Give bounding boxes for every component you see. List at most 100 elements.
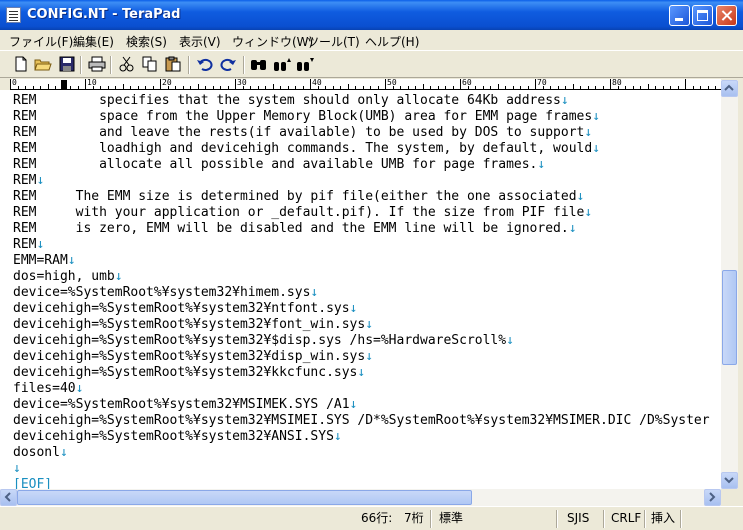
ruler-tick [430, 86, 431, 89]
print-icon[interactable] [88, 56, 106, 72]
toolbar-separator [110, 56, 112, 74]
text-line[interactable]: REM↓ [13, 237, 44, 253]
ruler-label: 80 [612, 79, 622, 87]
horizontal-scrollbar[interactable] [0, 489, 721, 506]
text-line[interactable]: files=40↓ [13, 381, 83, 397]
line-text: [EOF] [13, 477, 53, 489]
text-line[interactable]: devicehigh=%SystemRoot%¥system32¥kkcfunc… [13, 365, 365, 381]
text-line[interactable]: devicehigh=%SystemRoot%¥system32¥$disp.s… [13, 333, 514, 349]
ruler-tick [115, 86, 116, 89]
text-line[interactable]: REM and leave the rests(if available) to… [13, 125, 592, 141]
menu-window[interactable]: ウィンドウ(W) [232, 33, 313, 50]
ruler-gutter [0, 79, 10, 90]
horizontal-scroll-thumb[interactable] [17, 490, 472, 505]
line-text: devicehigh=%SystemRoot%¥system32¥kkcfunc… [13, 365, 358, 380]
find-down-icon[interactable] [296, 56, 314, 72]
menu-file[interactable]: ファイル(F) [9, 33, 73, 50]
ruler-tick [422, 84, 424, 89]
ruler-tick [677, 86, 679, 89]
text-line[interactable]: REM with your application or _default.pi… [13, 205, 592, 221]
ruler-tick [535, 79, 536, 89]
menu-search[interactable]: 検索(S) [126, 33, 167, 50]
line-text: REM and leave the rests(if available) to… [13, 125, 585, 140]
ruler-label: 0 [12, 79, 17, 87]
ruler-tick [130, 86, 131, 89]
maximize-button[interactable] [692, 5, 713, 26]
save-icon[interactable] [58, 56, 76, 72]
scroll-up-button[interactable] [721, 80, 738, 97]
scroll-left-button[interactable] [0, 489, 17, 506]
paste-icon[interactable] [164, 56, 182, 72]
text-line[interactable]: REM allocate all possible and available … [13, 157, 545, 173]
ruler-label: 60 [462, 79, 472, 87]
ruler-tick [715, 86, 716, 89]
ruler-tick [355, 86, 356, 89]
newline-mark-icon: ↓ [333, 429, 342, 444]
line-text: files=40 [13, 381, 76, 396]
copy-icon[interactable] [141, 56, 159, 72]
ruler-tick [257, 86, 259, 89]
cut-icon[interactable] [118, 56, 136, 72]
text-line[interactable]: dosonl↓ [13, 445, 68, 461]
vertical-scroll-thumb[interactable] [722, 270, 737, 365]
text-line[interactable]: REM space from the Upper Memory Block(UM… [13, 109, 600, 125]
redo-icon[interactable] [219, 56, 237, 72]
ruler-tick [640, 86, 641, 89]
text-line[interactable]: REM is zero, EMM will be disabled and th… [13, 221, 577, 237]
scroll-right-button[interactable] [704, 489, 721, 506]
menu-view[interactable]: 表示(V) [179, 33, 221, 50]
text-editor[interactable]: REM specifies that the system should onl… [0, 90, 721, 489]
menu-edit[interactable]: 編集(E) [73, 33, 114, 50]
menu-tools[interactable]: ツール(T) [307, 33, 360, 50]
text-line[interactable]: EMM=RAM↓ [13, 253, 76, 269]
ruler-tick [565, 86, 566, 89]
newline-mark-icon: ↓ [560, 93, 569, 108]
scroll-down-button[interactable] [721, 472, 738, 489]
newline-mark-icon: ↓ [310, 285, 319, 300]
text-line[interactable]: REM specifies that the system should onl… [13, 93, 569, 109]
text-line[interactable]: REM loadhigh and devicehigh commands. Th… [13, 141, 600, 157]
undo-icon[interactable] [196, 56, 214, 72]
ruler-tick [595, 86, 596, 89]
text-line[interactable]: REM↓ [13, 173, 44, 189]
text-line[interactable]: ↓ [13, 461, 21, 477]
newline-mark-icon: ↓ [67, 253, 76, 268]
text-line[interactable]: device=%SystemRoot%¥system32¥himem.sys↓ [13, 285, 318, 301]
ruler-tick [625, 86, 626, 89]
ruler-tick [557, 86, 559, 89]
ruler-tick [17, 86, 19, 89]
text-line[interactable]: REM The EMM size is determined by pif fi… [13, 189, 584, 205]
window-title: CONFIG.NT - TeraPad [27, 7, 181, 22]
text-line[interactable]: devicehigh=%SystemRoot%¥system32¥disp_wi… [13, 349, 373, 365]
text-line[interactable]: dos=high, umb↓ [13, 269, 123, 285]
text-line[interactable]: [EOF] [13, 477, 52, 489]
text-line[interactable]: devicehigh=%SystemRoot%¥system32¥MSIMEI.… [13, 413, 710, 429]
line-text: REM The EMM size is determined by pif fi… [13, 189, 577, 204]
find-up-icon[interactable] [273, 56, 291, 72]
text-line[interactable]: devicehigh=%SystemRoot%¥system32¥ntfont.… [13, 301, 357, 317]
minimize-button[interactable] [669, 5, 690, 26]
ruler-tick [77, 86, 79, 89]
vertical-scrollbar[interactable] [721, 80, 738, 489]
new-file-icon[interactable] [12, 56, 30, 72]
ruler-tick [287, 86, 289, 89]
open-folder-icon[interactable] [34, 56, 52, 72]
text-line[interactable]: device=%SystemRoot%¥system32¥MSIMEK.SYS … [13, 397, 357, 413]
newline-mark-icon: ↓ [75, 381, 84, 396]
title-bar[interactable]: CONFIG.NT - TeraPad [0, 0, 743, 30]
line-text: devicehigh=%SystemRoot%¥system32¥disp_wi… [13, 349, 366, 364]
line-text: REM [13, 173, 37, 188]
text-line[interactable]: devicehigh=%SystemRoot%¥system32¥font_wi… [13, 317, 373, 333]
ruler-tick [295, 86, 296, 89]
line-text: dosonl [13, 445, 60, 460]
ruler-tick [212, 86, 214, 89]
text-line[interactable]: devicehigh=%SystemRoot%¥system32¥ANSI.SY… [13, 429, 342, 445]
close-button[interactable] [716, 5, 737, 26]
ruler-tick [415, 86, 416, 89]
ruler-tick [235, 79, 236, 89]
newline-mark-icon: ↓ [584, 205, 593, 220]
notepad-app-icon[interactable] [6, 7, 21, 23]
ruler-tick [587, 86, 589, 89]
menu-help[interactable]: ヘルプ(H) [365, 33, 419, 50]
find-icon[interactable] [250, 56, 268, 72]
